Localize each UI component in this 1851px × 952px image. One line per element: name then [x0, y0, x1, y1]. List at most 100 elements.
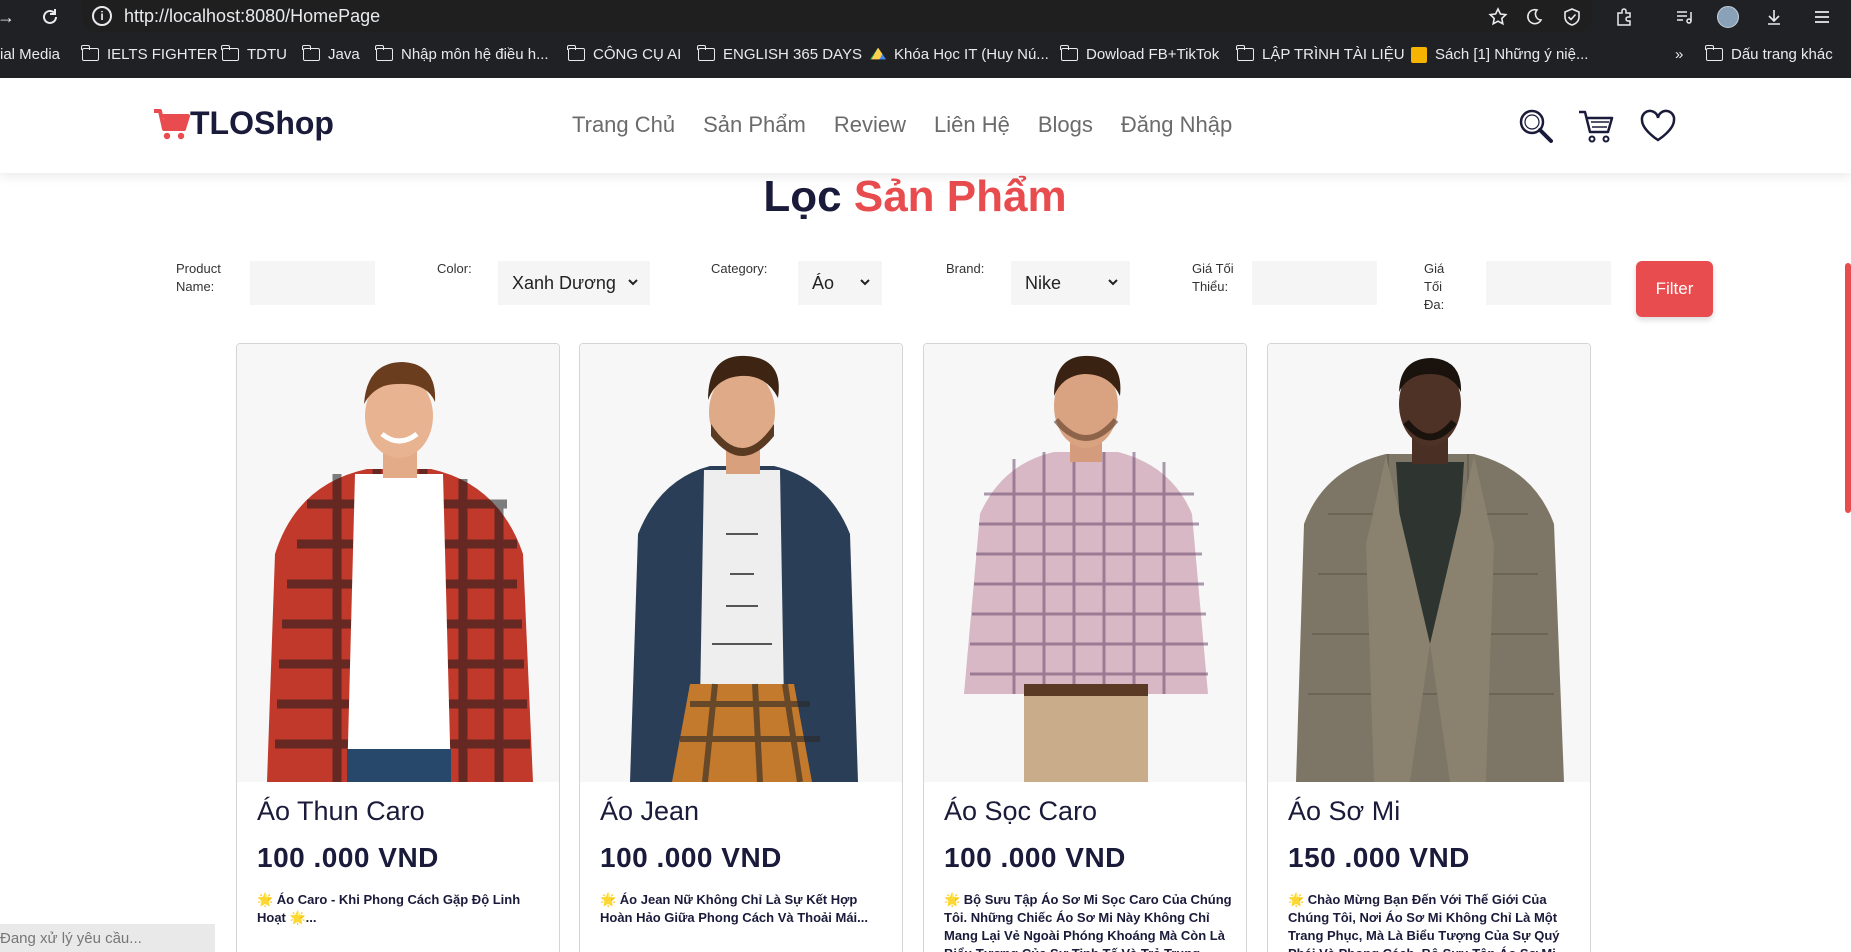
product-desc: 🌟 Áo Caro - Khi Phong Cách Gặp Độ Linh H… — [257, 892, 521, 925]
min-price-input[interactable] — [1252, 261, 1377, 305]
bookmark-label: Nhập môn hệ điều h... — [401, 46, 549, 63]
forward-icon[interactable]: → — [0, 5, 18, 29]
info-icon[interactable]: i — [92, 6, 112, 26]
bookmarks-overflow-button[interactable]: » — [1675, 46, 1683, 63]
chevron-down-icon — [628, 279, 638, 286]
color-selected-value: Xanh Dương — [512, 272, 616, 293]
folder-icon — [302, 45, 320, 61]
menu-icon[interactable] — [1810, 5, 1834, 29]
bookmark-label: ENGLISH 365 DAYS — [723, 46, 862, 63]
product-price: 100 .000 VND — [600, 842, 782, 873]
nav-blogs[interactable]: Blogs — [1038, 112, 1093, 138]
product-name-input[interactable] — [250, 261, 375, 305]
site-logo[interactable]: TLOShop — [152, 105, 334, 142]
media-icon[interactable] — [1672, 5, 1696, 29]
cart-logo-icon — [154, 108, 190, 139]
page-scrollbar[interactable] — [1845, 263, 1851, 513]
folder-icon — [1060, 45, 1078, 61]
web-page: TLOShop Trang Chủ Sản Phẩm Review Liên H… — [0, 78, 1851, 952]
color-label: Color: — [437, 261, 472, 276]
product-image[interactable] — [924, 344, 1246, 782]
bookmark-item[interactable]: CÔNG CỤ AI — [567, 45, 682, 63]
product-card[interactable]: Áo Sọc Caro 100 .000 VND 🌟 Bộ Sưu Tập Áo… — [923, 343, 1247, 952]
bookmark-item[interactable]: Nhập môn hệ điều h... — [375, 45, 549, 63]
nav-review[interactable]: Review — [834, 112, 906, 138]
product-name[interactable]: Áo Jean — [600, 796, 699, 827]
product-image[interactable] — [580, 344, 902, 782]
product-card[interactable]: Áo Jean 100 .000 VND 🌟 Áo Jean Nữ Không … — [579, 343, 903, 952]
site-header: TLOShop Trang Chủ Sản Phẩm Review Liên H… — [0, 78, 1851, 173]
folder-icon — [1236, 45, 1254, 61]
bookmark-item[interactable]: Sách [1] Những ý niệ... — [1411, 46, 1588, 63]
brand-label: Brand: — [946, 261, 985, 276]
dark-mode-icon[interactable] — [1522, 5, 1546, 29]
search-icon[interactable] — [1516, 106, 1556, 146]
title-part-red: Sản Phẩm — [853, 172, 1067, 221]
category-select[interactable]: Áo — [798, 261, 882, 305]
bookmark-item[interactable]: ial Media — [0, 46, 60, 63]
star-icon[interactable] — [1486, 5, 1510, 29]
bookmark-item[interactable]: TDTU — [221, 45, 287, 63]
bookmark-item[interactable]: Khóa Học IT (Huy Nú... — [870, 46, 1049, 63]
main-nav: Trang Chủ Sản Phẩm Review Liên Hệ Blogs … — [572, 112, 1232, 138]
bookmark-label: IELTS FIGHTER — [107, 46, 218, 63]
reload-icon[interactable] — [38, 5, 62, 29]
bookmark-label: Sách [1] Những ý niệ... — [1435, 46, 1589, 63]
product-name-label: Product Name: — [176, 261, 221, 294]
bookmark-label: CÔNG CỤ AI — [593, 46, 682, 63]
bookmark-label: ial Media — [0, 46, 61, 63]
product-image[interactable] — [237, 344, 559, 782]
color-select[interactable]: Xanh Dương — [498, 261, 650, 305]
bookmark-item[interactable]: IELTS FIGHTER — [81, 45, 218, 63]
folder-icon — [1705, 45, 1723, 61]
product-name[interactable]: Áo Sọc Caro — [944, 796, 1097, 827]
nav-trang-chu[interactable]: Trang Chủ — [572, 112, 675, 138]
other-bookmarks[interactable]: Dấu trang khác — [1705, 45, 1833, 63]
download-icon[interactable] — [1762, 5, 1786, 29]
nav-san-pham[interactable]: Sản Phẩm — [703, 112, 806, 138]
bookmark-label: Java — [328, 46, 360, 63]
page-title: Lọc Sản Phẩm — [0, 172, 1830, 222]
brand-select[interactable]: Nike — [1011, 261, 1130, 305]
bookmark-label: Dowload FB+TikTok — [1086, 46, 1220, 63]
product-name[interactable]: Áo Thun Caro — [257, 796, 425, 827]
product-image[interactable] — [1268, 344, 1590, 782]
product-name[interactable]: Áo Sơ Mi — [1288, 796, 1400, 827]
max-price-input[interactable] — [1486, 261, 1611, 305]
overflow-label: » — [1675, 46, 1684, 63]
nav-lien-he[interactable]: Liên Hệ — [934, 112, 1010, 138]
bookmark-label: Khóa Học IT (Huy Nú... — [894, 46, 1049, 63]
extensions-icon[interactable] — [1612, 5, 1636, 29]
bookmark-item[interactable]: LẬP TRÌNH TÀI LIỆU — [1236, 45, 1405, 63]
address-bar[interactable]: i http://localhost:8080/HomePage — [82, 0, 1592, 32]
folder-icon — [697, 45, 715, 61]
nav-dang-nhap[interactable]: Đăng Nhập — [1121, 112, 1232, 138]
folder-icon — [221, 45, 239, 61]
product-card[interactable]: Áo Thun Caro 100 .000 VND 🌟 Áo Caro - Kh… — [236, 343, 560, 952]
chevron-down-icon — [860, 279, 870, 286]
product-desc: 🌟 Bộ Sưu Tập Áo Sơ Mi Sọc Caro Của Chúng… — [944, 892, 1232, 952]
folder-icon — [375, 45, 393, 61]
brand-selected-value: Nike — [1025, 272, 1062, 293]
heart-icon[interactable] — [1638, 106, 1678, 146]
product-price: 100 .000 VND — [944, 842, 1126, 873]
product-price: 100 .000 VND — [257, 842, 439, 873]
product-card[interactable]: Áo Sơ Mi 150 .000 VND 🌟 Chào Mừng Bạn Đế… — [1267, 343, 1591, 952]
folder-icon — [81, 45, 99, 61]
logo-text: TLOShop — [190, 105, 334, 141]
url-text[interactable]: http://localhost:8080/HomePage — [124, 6, 380, 27]
category-selected-value: Áo — [812, 272, 835, 293]
profile-avatar[interactable] — [1716, 5, 1740, 29]
bookmark-item[interactable]: ENGLISH 365 DAYS — [697, 45, 862, 63]
cart-icon[interactable] — [1576, 106, 1616, 146]
browser-toolbar: → i http://localhost:8080/HomePage — [0, 0, 1851, 34]
sheet-icon — [1411, 46, 1427, 63]
title-part-dark: Lọc — [763, 172, 842, 221]
filter-button[interactable]: Filter — [1636, 261, 1713, 317]
bookmark-item[interactable]: Dowload FB+TikTok — [1060, 45, 1220, 63]
chevron-down-icon — [1108, 279, 1118, 286]
product-desc: 🌟 Áo Jean Nữ Không Chỉ Là Sự Kết Hợp Hoà… — [600, 892, 869, 925]
bookmark-item[interactable]: Java — [302, 45, 360, 63]
shield-icon[interactable] — [1560, 5, 1584, 29]
category-label: Category: — [711, 261, 768, 276]
